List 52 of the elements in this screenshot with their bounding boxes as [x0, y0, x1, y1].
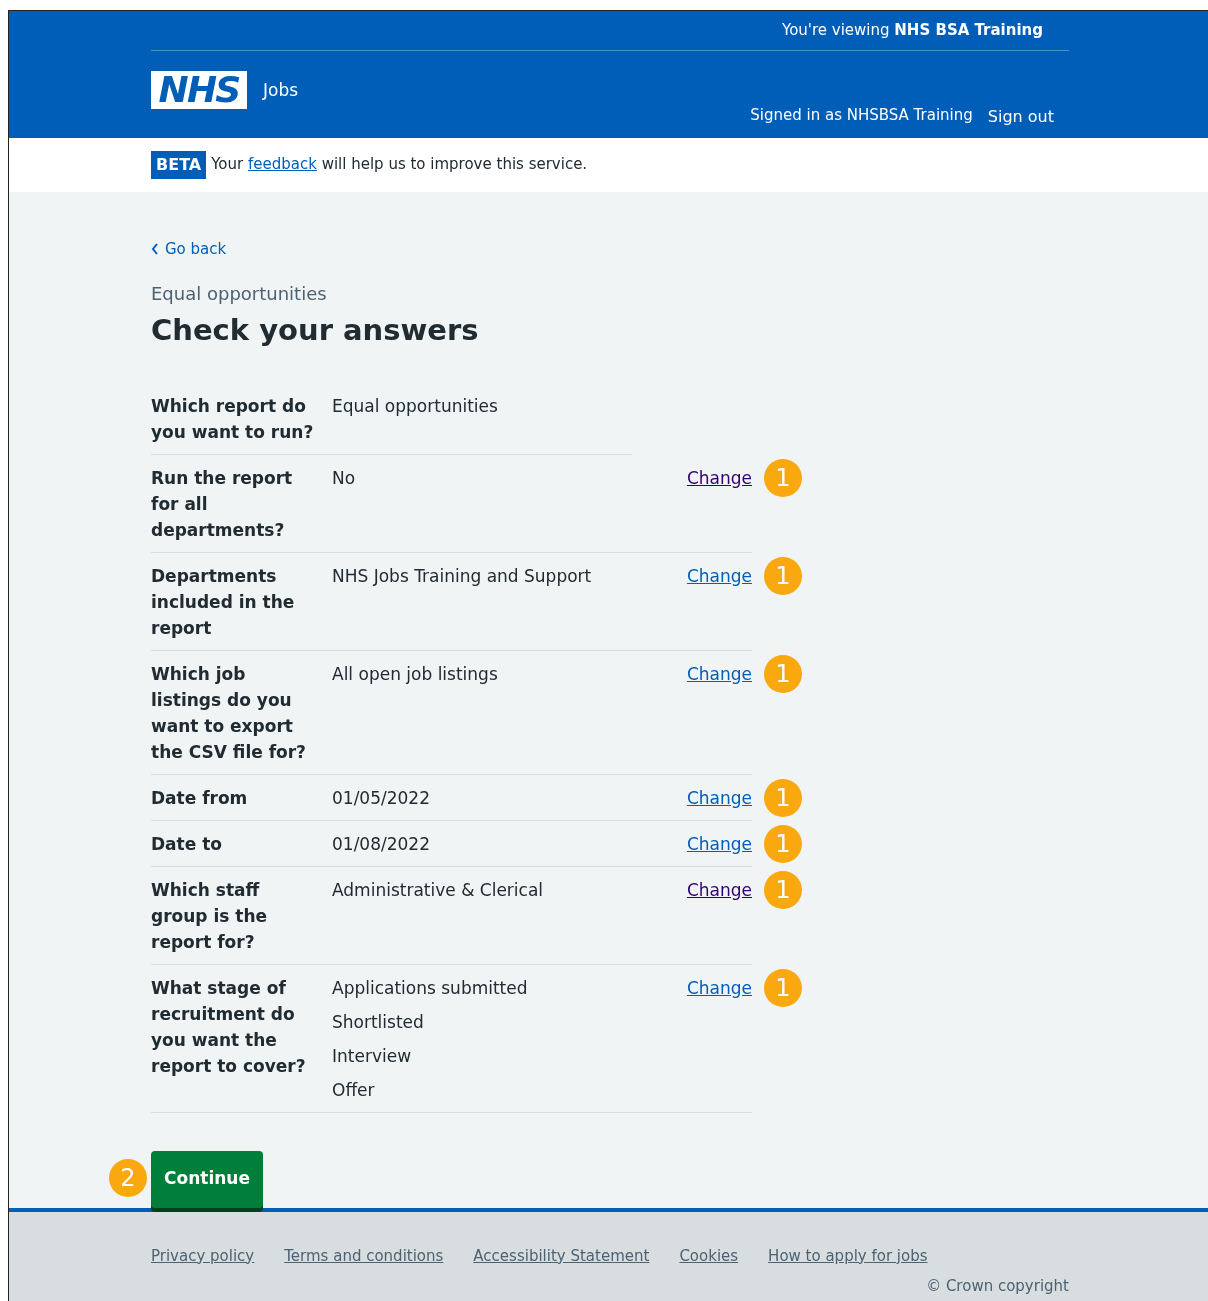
footer-link[interactable]: Cookies: [679, 1244, 739, 1268]
viewing-notice: You're viewing NHS BSA Training: [782, 20, 1043, 42]
page-caption: Equal opportunities: [151, 282, 327, 307]
summary-value: Administrative & Clerical: [332, 878, 544, 902]
change-link[interactable]: Change: [686, 974, 752, 1001]
go-back-link[interactable]: Go back: [151, 237, 227, 261]
annotation-badge: 1: [764, 654, 802, 693]
change-link[interactable]: Change: [686, 830, 752, 857]
change-link[interactable]: Change: [686, 464, 752, 491]
annotation-badge: 1: [764, 556, 802, 595]
summary-value: Equal opportunities: [332, 394, 498, 418]
summary-value: Interview: [332, 1044, 412, 1068]
footer-link[interactable]: Accessibility Statement: [473, 1244, 650, 1268]
summary-value: 01/08/2022: [332, 832, 430, 856]
annotation-badge: 1: [764, 824, 802, 863]
summary-key: What stage of recruitment do you want the report to cover?: [151, 974, 332, 1103]
summary-value: Applications submitted: [332, 976, 528, 1000]
summary-value: Shortlisted: [332, 1010, 424, 1034]
summary-key: Departments included in the report: [151, 562, 332, 641]
page-heading: Check your answers: [151, 312, 479, 350]
change-link[interactable]: Change: [686, 784, 752, 811]
nhs-logo[interactable]: NHS: [151, 71, 247, 109]
summary-value: Offer: [332, 1078, 375, 1102]
summary-key: Which report do you want to run?: [151, 392, 332, 445]
change-link[interactable]: Change: [686, 876, 752, 903]
annotation-badge: 1: [764, 870, 802, 909]
annotation-badge: 1: [764, 968, 802, 1007]
service-name: Jobs: [263, 79, 299, 102]
copyright-text: © Crown copyright: [926, 1276, 1069, 1298]
annotation-badge: 2: [109, 1158, 147, 1197]
sign-out-link[interactable]: Sign out: [987, 105, 1054, 129]
chevron-left-icon: [151, 242, 159, 255]
annotation-badge: 1: [764, 458, 802, 497]
summary-key: Which job listings do you want to export the CSV file for?: [151, 660, 332, 765]
change-link[interactable]: Change: [686, 660, 752, 687]
summary-key: Date from: [151, 784, 332, 811]
feedback-message: Your feedback will help us to improve this service.: [211, 154, 588, 176]
summary-key: Run the report for all departments?: [151, 464, 332, 543]
signed-in-text: Signed in as NHSBSA Training: [750, 105, 973, 126]
summary-value: No: [332, 466, 356, 490]
annotation-badge: 1: [764, 778, 802, 817]
summary-key: Date to: [151, 830, 332, 857]
beta-tag: BETA: [151, 150, 207, 179]
summary-value: All open job listings: [332, 662, 498, 686]
summary-key: Which staff group is the report for?: [151, 876, 332, 955]
footer-link[interactable]: Privacy policy: [151, 1244, 255, 1268]
footer-link[interactable]: How to apply for jobs: [768, 1244, 928, 1268]
feedback-link[interactable]: feedback: [248, 155, 317, 174]
change-link[interactable]: Change: [686, 562, 752, 589]
summary-value: NHS Jobs Training and Support: [332, 564, 592, 588]
footer-link[interactable]: Terms and conditions: [284, 1244, 444, 1268]
summary-value: 01/05/2022: [332, 786, 430, 810]
